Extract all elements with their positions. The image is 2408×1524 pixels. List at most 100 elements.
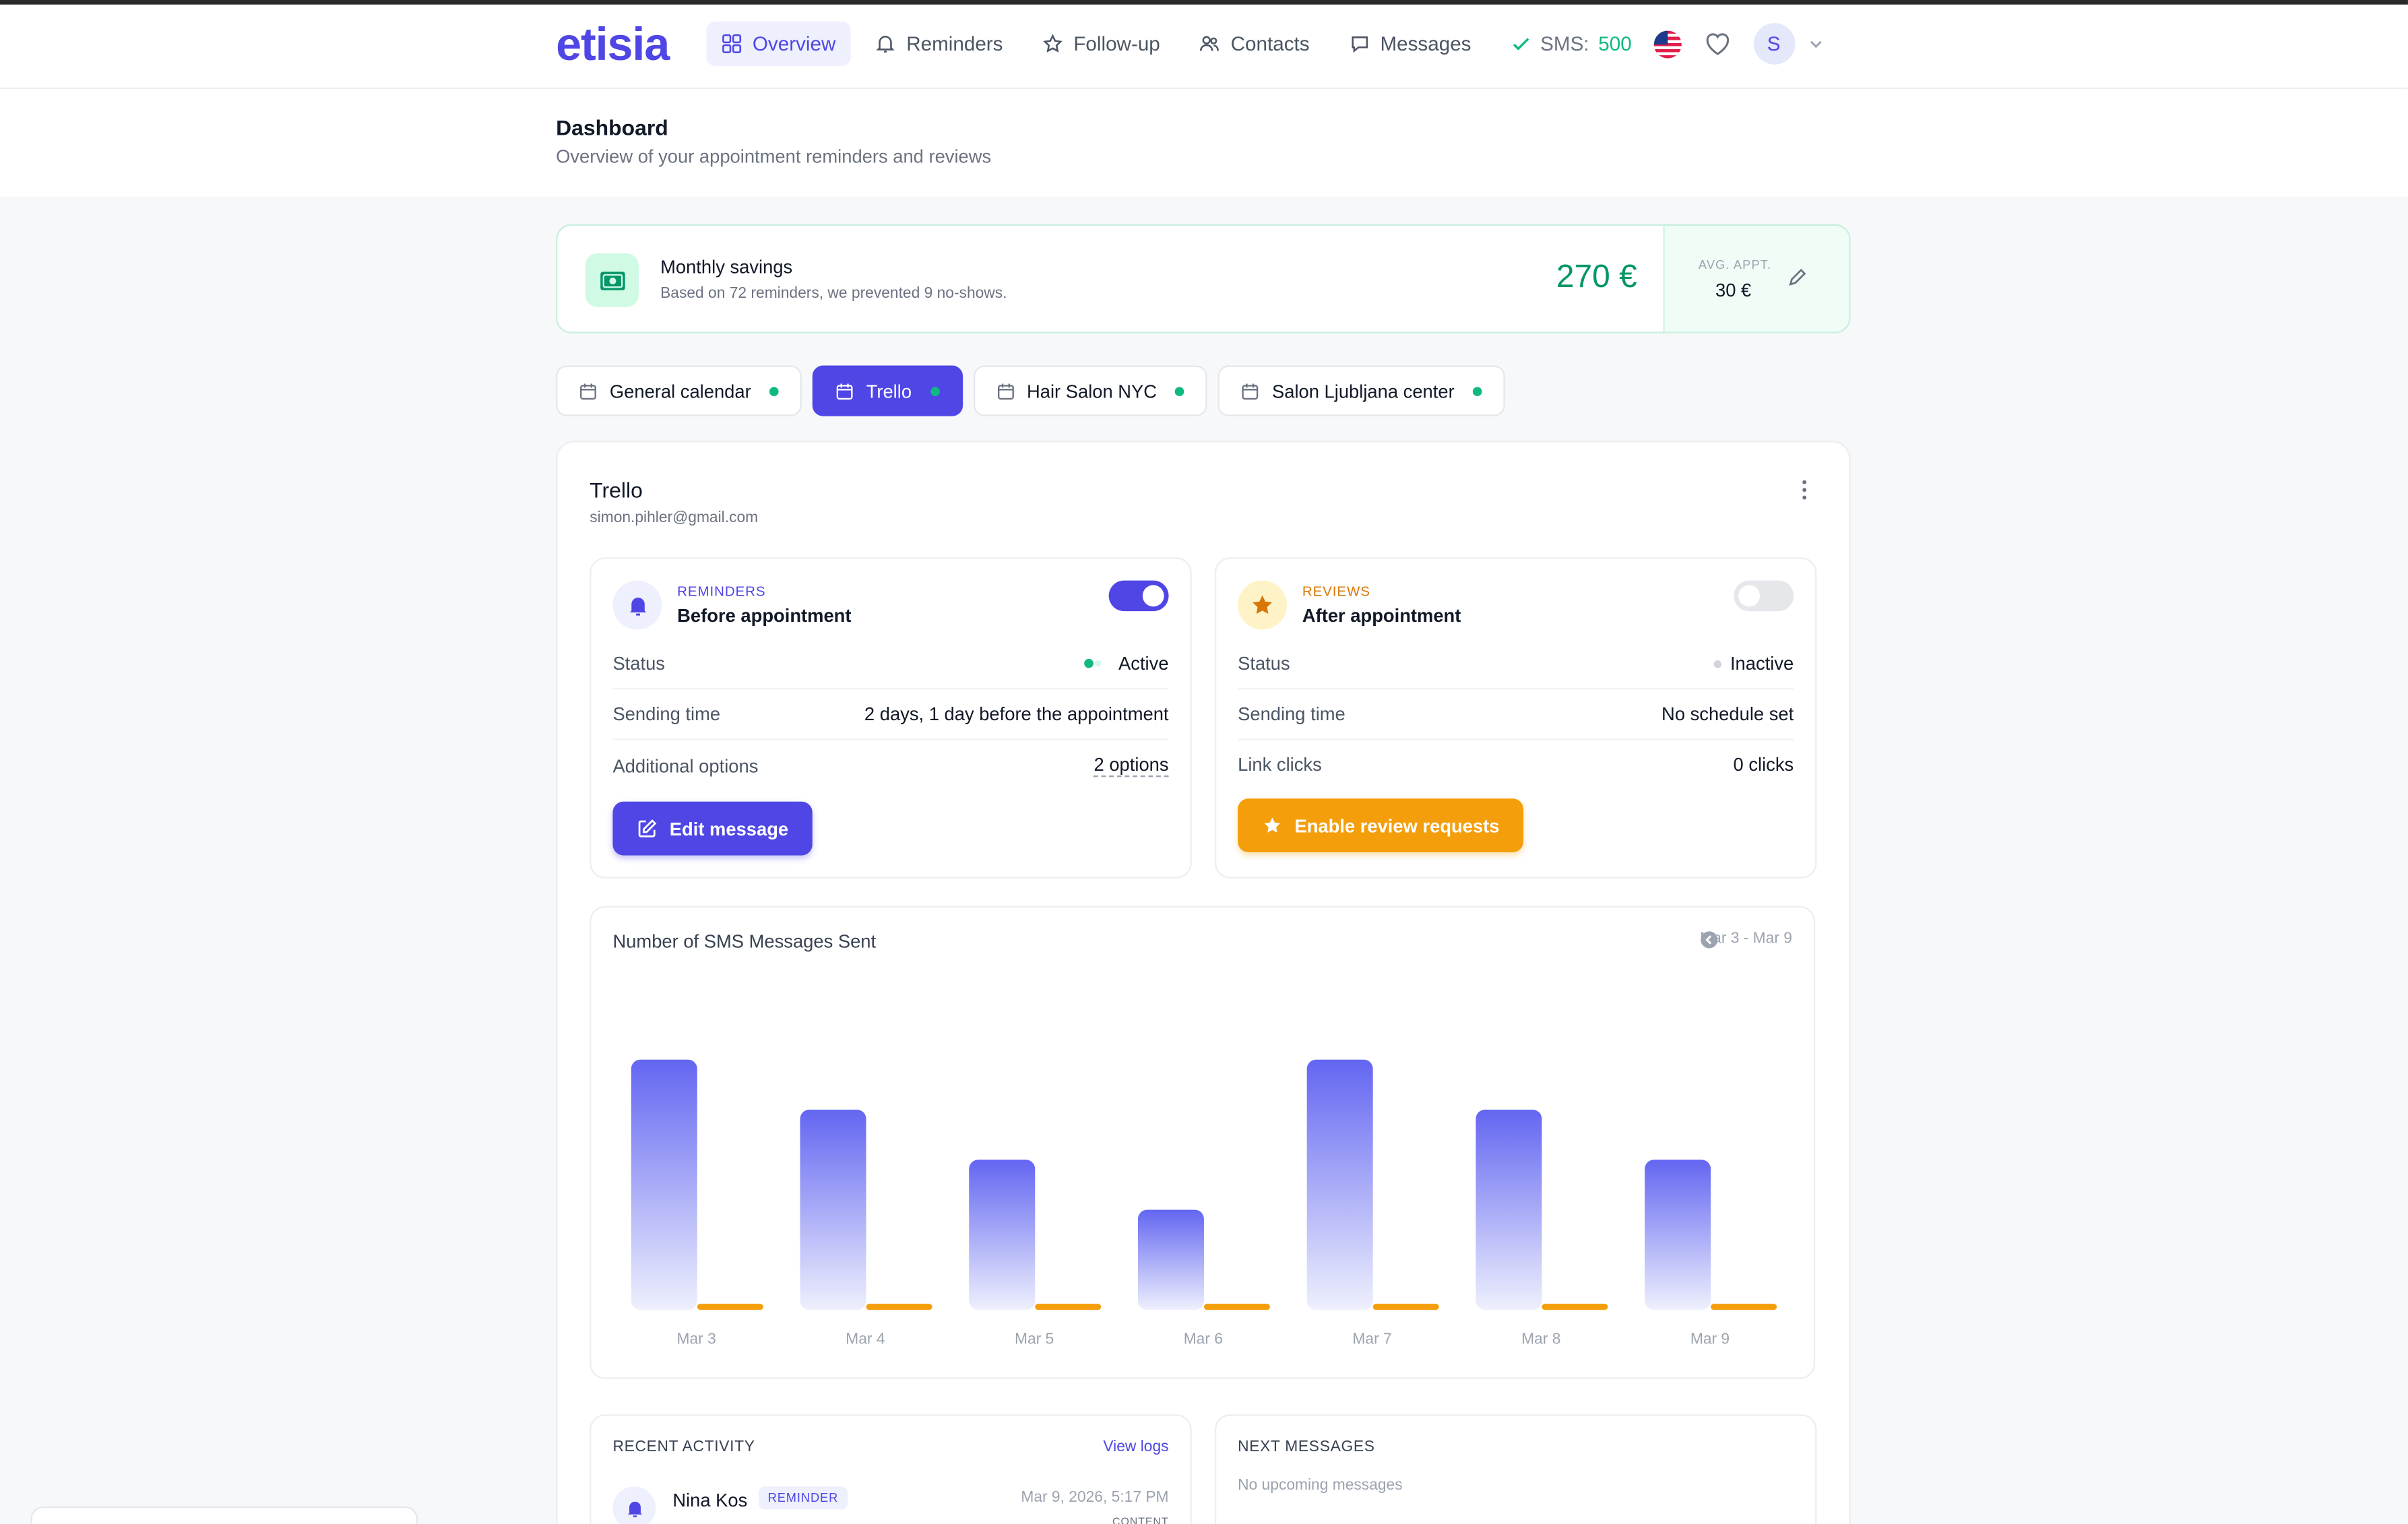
nav-item-reminders[interactable]: Reminders (860, 22, 1018, 66)
page-title: Dashboard (556, 115, 668, 140)
grid-icon (722, 34, 742, 53)
row-label: Link clicks (1238, 753, 1322, 775)
additional-options-row: Additional options 2 options (612, 740, 1169, 791)
window-top-edge (0, 0, 2408, 5)
bar-sent-1[interactable] (800, 1110, 866, 1310)
money-icon (585, 253, 639, 307)
row-label: Status (612, 652, 666, 674)
status-value: Inactive (1730, 652, 1794, 674)
savings-amount: 270 € (1556, 259, 1637, 295)
view-logs-link[interactable]: View logs (1103, 1439, 1168, 1456)
bell-icon (876, 36, 895, 53)
bar-sent-4[interactable] (1306, 1059, 1373, 1310)
tab-hair-salon-nyc[interactable]: Hair Salon NYC (973, 365, 1208, 416)
bar-sent-3[interactable] (1137, 1209, 1204, 1310)
bar-secondary-0[interactable] (697, 1304, 763, 1310)
row-label: Additional options (612, 755, 759, 777)
x-tick-label: Mar 5 (1015, 1329, 1054, 1347)
nav-label: Reminders (906, 32, 1003, 56)
sms-count: 500 (1598, 32, 1632, 56)
page-subtitle: Overview of your appointment reminders a… (556, 146, 992, 168)
calendar-email: simon.pihler@gmail.com (590, 509, 759, 527)
sms-label: SMS: (1540, 32, 1589, 56)
pencil-icon[interactable] (1787, 267, 1808, 288)
heart-icon[interactable] (1703, 29, 1732, 58)
bar-secondary-3[interactable] (1203, 1304, 1270, 1310)
row-value: Inactive (1713, 653, 1794, 674)
bar-secondary-6[interactable] (1711, 1304, 1777, 1310)
x-tick-label: Mar 9 (1690, 1329, 1730, 1347)
nav-label: Follow-up (1073, 32, 1160, 56)
chevron-down-icon[interactable] (1807, 35, 1824, 52)
options-link[interactable]: 2 options (1094, 754, 1169, 777)
bar-secondary-1[interactable] (866, 1304, 932, 1310)
bar-sent-0[interactable] (631, 1059, 697, 1310)
us-flag-icon[interactable] (1653, 30, 1681, 58)
nav-label: Contacts (1230, 32, 1310, 56)
calendar-card: Trello simon.pihler@gmail.com REMINDERS … (556, 441, 1851, 1524)
activity-type-badge: REMINDER (758, 1486, 848, 1510)
bar-secondary-4[interactable] (1372, 1304, 1439, 1310)
empty-state: No upcoming messages (1238, 1477, 1403, 1494)
bar-secondary-2[interactable] (1035, 1304, 1102, 1310)
sms-balance[interactable]: SMS: 500 (1511, 32, 1632, 55)
nav-item-contacts[interactable]: Contacts (1184, 22, 1325, 66)
x-tick-label: Mar 6 (1184, 1329, 1223, 1347)
tab-general-calendar[interactable]: General calendar (556, 365, 802, 416)
x-tick-label: Mar 3 (677, 1329, 716, 1347)
nav-label: Overview (752, 32, 836, 56)
more-vertical-icon[interactable] (1802, 479, 1808, 501)
edit-message-button[interactable]: Edit message (612, 801, 813, 856)
bell-icon (612, 1486, 656, 1524)
activity-content-tag: CONTENT (1112, 1517, 1169, 1524)
savings-subtitle: Based on 72 reminders, we prevented 9 no… (660, 285, 1007, 303)
row-label: Sending time (612, 703, 721, 725)
reminders-toggle[interactable] (1108, 580, 1169, 612)
button-label: Edit message (669, 817, 789, 839)
calendar-icon (1242, 383, 1259, 399)
chat-icon (1351, 36, 1368, 53)
panel-title: NEXT MESSAGES (1238, 1438, 1375, 1456)
panel-kind: REMINDERS (677, 583, 766, 599)
tab-label: Trello (866, 380, 912, 402)
activity-contact-name[interactable]: Nina Kos (672, 1490, 747, 1511)
reviews-panel: REVIEWS After appointment Status Inactiv… (1214, 557, 1817, 879)
bar-secondary-5[interactable] (1542, 1304, 1608, 1310)
x-tick-label: Mar 4 (846, 1329, 885, 1347)
top-navbar: etisia Overview Reminders Follow-up Cont… (0, 4, 2408, 90)
row-value: 2 days, 1 day before the appointment (864, 703, 1169, 725)
bar-sent-6[interactable] (1645, 1160, 1711, 1310)
status-row: Status Active (612, 639, 1169, 690)
avatar[interactable]: S (1752, 23, 1795, 65)
status-dot (1713, 659, 1721, 668)
calendar-tabs: General calendar Trello Hair Salon NYC S… (556, 365, 1505, 416)
tab-label: General calendar (609, 380, 751, 402)
main-nav: Overview Reminders Follow-up Contacts Me… (706, 21, 1486, 67)
nav-item-follow-up[interactable]: Follow-up (1027, 22, 1176, 66)
reviews-toggle[interactable] (1734, 580, 1794, 612)
sms-chart: Number of SMS Messages Sent Mar 3 - Mar … (590, 906, 1816, 1379)
panel-name: After appointment (1302, 605, 1461, 627)
calendar-name: Trello (590, 477, 643, 503)
status-dot (769, 386, 779, 395)
bar-sent-5[interactable] (1476, 1110, 1542, 1310)
avg-appointment-box: AVG. APPT. 30 € (1663, 226, 1849, 332)
button-label: Enable review requests (1294, 815, 1500, 837)
row-label: Sending time (1238, 703, 1345, 725)
page-header: Dashboard Overview of your appointment r… (0, 89, 2408, 197)
tab-salon-ljubljana-center[interactable]: Salon Ljubljana center (1218, 365, 1505, 416)
enable-review-requests-button[interactable]: Enable review requests (1238, 798, 1524, 853)
bar-sent-2[interactable] (969, 1160, 1036, 1310)
nav-item-messages[interactable]: Messages (1334, 22, 1486, 66)
tab-trello[interactable]: Trello (812, 365, 963, 416)
link-clicks-row: Link clicks 0 clicks (1238, 738, 1794, 789)
activity-time: Mar 9, 2026, 5:17 PM (1021, 1489, 1169, 1506)
nav-item-overview[interactable]: Overview (706, 21, 852, 67)
reminders-panel: REMINDERS Before appointment Status Acti… (590, 557, 1192, 879)
status-row: Status Inactive (1238, 639, 1794, 690)
panel-title: RECENT ACTIVITY (612, 1438, 755, 1456)
star-icon (1264, 817, 1281, 833)
calendar-icon (836, 383, 853, 399)
app-logo[interactable]: etisia (556, 20, 670, 72)
panel-name: Before appointment (677, 605, 852, 627)
